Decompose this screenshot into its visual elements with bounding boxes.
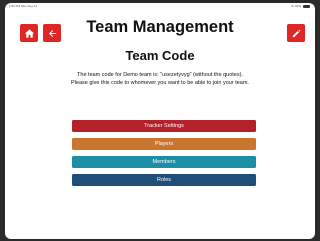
players-button[interactable]: Players [72, 138, 256, 150]
tracker-settings-button[interactable]: Tracker Settings [72, 120, 256, 132]
battery-icon [303, 5, 310, 8]
team-code-line: The team code for Demo team is: "usezety… [77, 72, 243, 78]
status-bar: 1:50 PM Mon Aug 21 ⁂ 64% [5, 3, 315, 10]
status-time: 1:50 PM Mon Aug 21 [9, 4, 38, 8]
share-instruction-line: Please give this code to whomever you wa… [71, 79, 249, 86]
app-screen: 1:50 PM Mon Aug 21 ⁂ 64% Team Management… [5, 3, 315, 239]
page-title: Team Management [86, 18, 234, 36]
members-button[interactable]: Members [72, 156, 256, 168]
roles-button[interactable]: Roles [72, 174, 256, 186]
section-title: Team Code [125, 48, 195, 63]
team-code-description: The team code for Demo team is: "usezety… [25, 72, 295, 87]
status-indicators: ⁂ 64% [291, 4, 301, 8]
